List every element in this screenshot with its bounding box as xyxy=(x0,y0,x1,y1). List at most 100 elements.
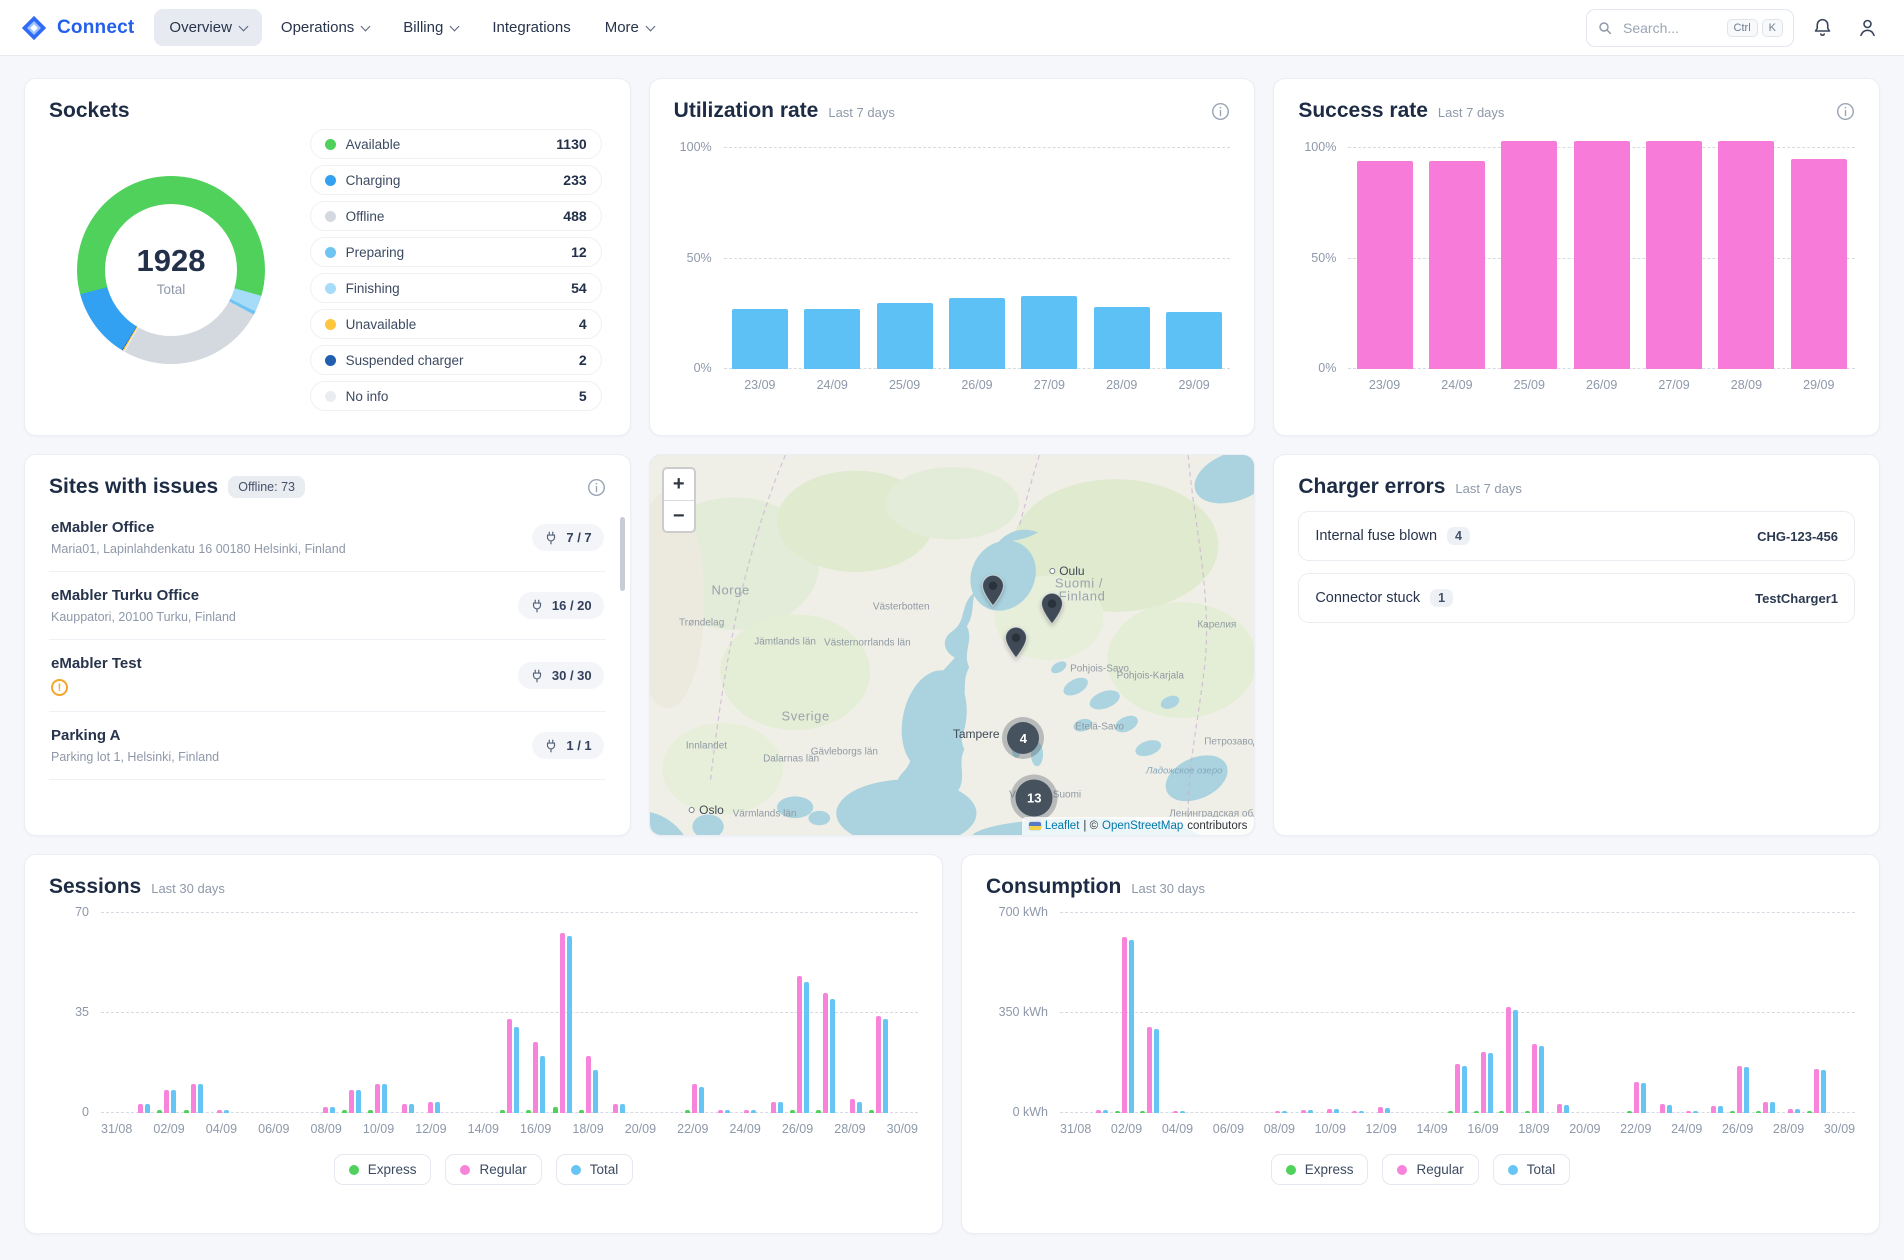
site-row[interactable]: eMabler Turku OfficeKauppatori, 20100 Tu… xyxy=(49,572,606,640)
zoom-in-button[interactable]: + xyxy=(664,469,694,500)
search-box[interactable]: CtrlK xyxy=(1586,9,1794,47)
error-label: Connector stuck xyxy=(1315,590,1420,606)
scrollbar[interactable] xyxy=(620,517,625,809)
x-axis: 31/0802/0904/0906/0908/0910/0912/0914/09… xyxy=(101,1122,918,1136)
bar xyxy=(579,1110,584,1113)
bar xyxy=(797,976,802,1113)
map-pin-icon xyxy=(1005,626,1028,659)
openstreetmap-link[interactable]: OpenStreetMap xyxy=(1102,820,1183,832)
legend-item-available[interactable]: Available1130 xyxy=(310,129,602,159)
legend-item-no-info[interactable]: No info5 xyxy=(310,381,602,411)
x-tick-label xyxy=(1295,1122,1315,1136)
x-tick-label xyxy=(761,1122,782,1136)
legend-item-unavailable[interactable]: Unavailable4 xyxy=(310,309,602,339)
map-cluster[interactable]: 13 xyxy=(1016,779,1053,816)
leaflet-link[interactable]: Leaflet xyxy=(1045,820,1080,832)
legend-item-preparing[interactable]: Preparing12 xyxy=(310,237,602,267)
site-row[interactable]: eMabler Test!30 / 30 xyxy=(49,640,606,712)
card-subtitle: Last 30 days xyxy=(151,881,225,896)
bar-group xyxy=(1342,913,1368,1113)
nav-item-operations[interactable]: Operations xyxy=(266,9,384,46)
map[interactable]: OuluSuomi /FinlandNorgeTrøndelagJämtland… xyxy=(650,455,1255,835)
legend-color-dot xyxy=(325,139,336,150)
charger-error-row[interactable]: Connector stuck1TestCharger1 xyxy=(1298,573,1855,623)
legend-pill-regular[interactable]: Regular xyxy=(445,1154,541,1185)
legend-label: Preparing xyxy=(346,245,405,260)
map-label-text: Ладожское озеро xyxy=(1146,766,1222,777)
bar-group xyxy=(444,913,470,1113)
legend-pill-express[interactable]: Express xyxy=(1271,1154,1369,1185)
map-cluster[interactable]: 4 xyxy=(1007,722,1039,754)
nav-item-label: More xyxy=(605,19,639,36)
bar xyxy=(1770,1102,1775,1113)
bar xyxy=(876,1016,881,1113)
bar-group xyxy=(1565,137,1637,369)
info-icon[interactable] xyxy=(1211,102,1230,121)
site-info: eMabler OfficeMaria01, Lapinlahdenkatu 1… xyxy=(51,519,346,556)
nav-item-overview[interactable]: Overview xyxy=(154,9,262,46)
site-row[interactable]: Parking AParking lot 1, Helsinki, Finlan… xyxy=(49,712,606,780)
x-tick-label xyxy=(1193,1122,1213,1136)
nav-item-billing[interactable]: Billing xyxy=(388,9,473,46)
bar-group xyxy=(259,913,285,1113)
bar-group xyxy=(760,913,786,1113)
x-tick-label xyxy=(1397,1122,1417,1136)
charger-error-row[interactable]: Internal fuse blown4CHG-123-456 xyxy=(1298,511,1855,561)
legend-pill-express[interactable]: Express xyxy=(334,1154,432,1185)
x-tick-label: 18/09 xyxy=(572,1122,603,1136)
search-input[interactable] xyxy=(1621,19,1719,37)
bar xyxy=(685,1110,690,1113)
socket-count-value: 1 / 1 xyxy=(566,738,591,753)
axis-tick-label: 700 kWh xyxy=(999,905,1048,919)
site-row[interactable]: eMabler OfficeMaria01, Lapinlahdenkatu 1… xyxy=(49,504,606,572)
legend-item-offline[interactable]: Offline488 xyxy=(310,201,602,231)
bar xyxy=(613,1104,618,1113)
bar xyxy=(1791,159,1847,369)
bar-group xyxy=(1829,913,1855,1113)
success-rate-card: Success rate Last 7 days 0%50%100%23/092… xyxy=(1273,78,1880,436)
legend-label: No info xyxy=(346,389,389,404)
consumption-chart: 0 kWh350 kWh700 kWh31/0802/0904/0906/090… xyxy=(986,913,1855,1185)
axis-tick-label: 70 xyxy=(75,905,89,919)
map-label: Oslo xyxy=(689,803,724,817)
brand-logo[interactable]: Connect xyxy=(20,14,134,42)
legend-pill-regular[interactable]: Regular xyxy=(1382,1154,1478,1185)
map-label: Västernorrlands län xyxy=(824,638,911,649)
sites-with-issues-card: Sites with issues Offline: 73 eMabler Of… xyxy=(24,454,631,836)
zoom-out-button[interactable]: − xyxy=(664,500,694,531)
info-icon[interactable] xyxy=(587,478,606,497)
charger-errors-list: Internal fuse blown4CHG-123-456 Connector… xyxy=(1298,511,1855,623)
map-card[interactable]: OuluSuomi /FinlandNorgeTrøndelagJämtland… xyxy=(649,454,1256,836)
map-marker[interactable] xyxy=(1041,592,1064,630)
nav-item-integrations[interactable]: Integrations xyxy=(477,9,585,46)
info-icon[interactable] xyxy=(1836,102,1855,121)
nav-item-more[interactable]: More xyxy=(590,9,669,46)
bar xyxy=(342,1110,347,1113)
scrollbar-thumb[interactable] xyxy=(620,517,625,591)
bar-group xyxy=(1727,913,1753,1113)
sites-header: Sites with issues Offline: 73 xyxy=(49,475,606,500)
map-label: Finland xyxy=(1059,589,1106,604)
legend-pill-total[interactable]: Total xyxy=(556,1154,634,1185)
legend-item-finishing[interactable]: Finishing54 xyxy=(310,273,602,303)
bar-group xyxy=(1393,913,1419,1113)
legend-pill-label: Express xyxy=(368,1162,417,1177)
map-marker[interactable] xyxy=(1005,626,1028,664)
bar xyxy=(500,1110,505,1113)
map-marker[interactable] xyxy=(982,574,1005,612)
legend-item-suspended-charger[interactable]: Suspended charger2 xyxy=(310,345,602,375)
x-tick-label: 25/09 xyxy=(1493,378,1565,392)
x-tick-label xyxy=(447,1122,468,1136)
x-tick-label: 08/09 xyxy=(1264,1122,1295,1136)
legend-pill-total[interactable]: Total xyxy=(1493,1154,1571,1185)
map-label-text: Norge xyxy=(711,583,749,598)
notifications-button[interactable] xyxy=(1806,11,1839,44)
x-tick-label: 16/09 xyxy=(520,1122,551,1136)
x-tick-label xyxy=(1702,1122,1722,1136)
user-menu-button[interactable] xyxy=(1851,11,1884,44)
bar xyxy=(1539,1046,1544,1113)
chart-plot: 0 kWh350 kWh700 kWh xyxy=(1060,913,1855,1113)
bar xyxy=(830,999,835,1113)
legend-item-charging[interactable]: Charging233 xyxy=(310,165,602,195)
bar xyxy=(198,1084,203,1113)
